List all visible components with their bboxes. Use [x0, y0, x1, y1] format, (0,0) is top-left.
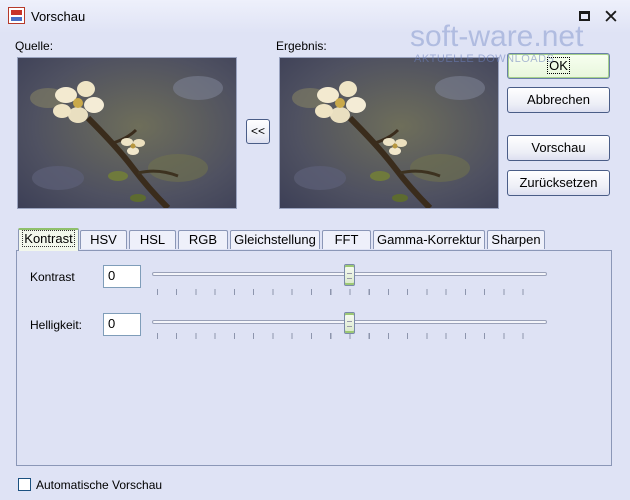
raw-app-icon	[8, 7, 25, 24]
contrast-label: Kontrast	[30, 270, 75, 284]
result-label: Ergebnis:	[276, 39, 327, 53]
tab-gleichstellung[interactable]: Gleichstellung	[230, 230, 320, 249]
tab-kontrast[interactable]: Kontrast	[18, 228, 79, 251]
auto-preview-checkbox[interactable]	[18, 478, 31, 491]
ok-button[interactable]: OK	[507, 53, 610, 79]
copy-to-result-button[interactable]: <<	[246, 119, 270, 144]
tab-hsv[interactable]: HSV	[80, 230, 127, 249]
brightness-slider-thumb[interactable]	[344, 312, 355, 334]
contrast-slider-ticks	[157, 289, 542, 295]
tab-gamma-korrektur[interactable]: Gamma-Korrektur	[373, 230, 485, 249]
ok-button-label: OK	[547, 57, 570, 74]
contrast-value-input[interactable]: 0	[103, 265, 141, 288]
tab-rgb[interactable]: RGB	[178, 230, 228, 249]
maximize-icon[interactable]	[575, 8, 593, 26]
reset-button[interactable]: Zurücksetzen	[507, 170, 610, 196]
result-image	[279, 57, 499, 209]
close-icon[interactable]: ✕	[602, 8, 620, 27]
brightness-value-input[interactable]: 0	[103, 313, 141, 336]
tab-hsl[interactable]: HSL	[129, 230, 176, 249]
preview-button[interactable]: Vorschau	[507, 135, 610, 161]
auto-preview-label: Automatische Vorschau	[36, 478, 163, 492]
window-title: Vorschau	[31, 9, 86, 24]
brightness-label: Helligkeit:	[30, 318, 83, 332]
tab-label: Kontrast	[22, 230, 75, 247]
contrast-slider-thumb[interactable]	[344, 264, 355, 286]
source-label: Quelle:	[15, 39, 54, 53]
cancel-button[interactable]: Abbrechen	[507, 87, 610, 113]
source-image	[17, 57, 237, 209]
preview-dialog: Vorschau ✕ Quelle: Ergebnis: << OK Abbre…	[0, 0, 630, 500]
title-bar[interactable]: Vorschau ✕	[0, 0, 630, 33]
tab-fft[interactable]: FFT	[322, 230, 371, 249]
tab-sharpen[interactable]: Sharpen	[487, 230, 545, 249]
